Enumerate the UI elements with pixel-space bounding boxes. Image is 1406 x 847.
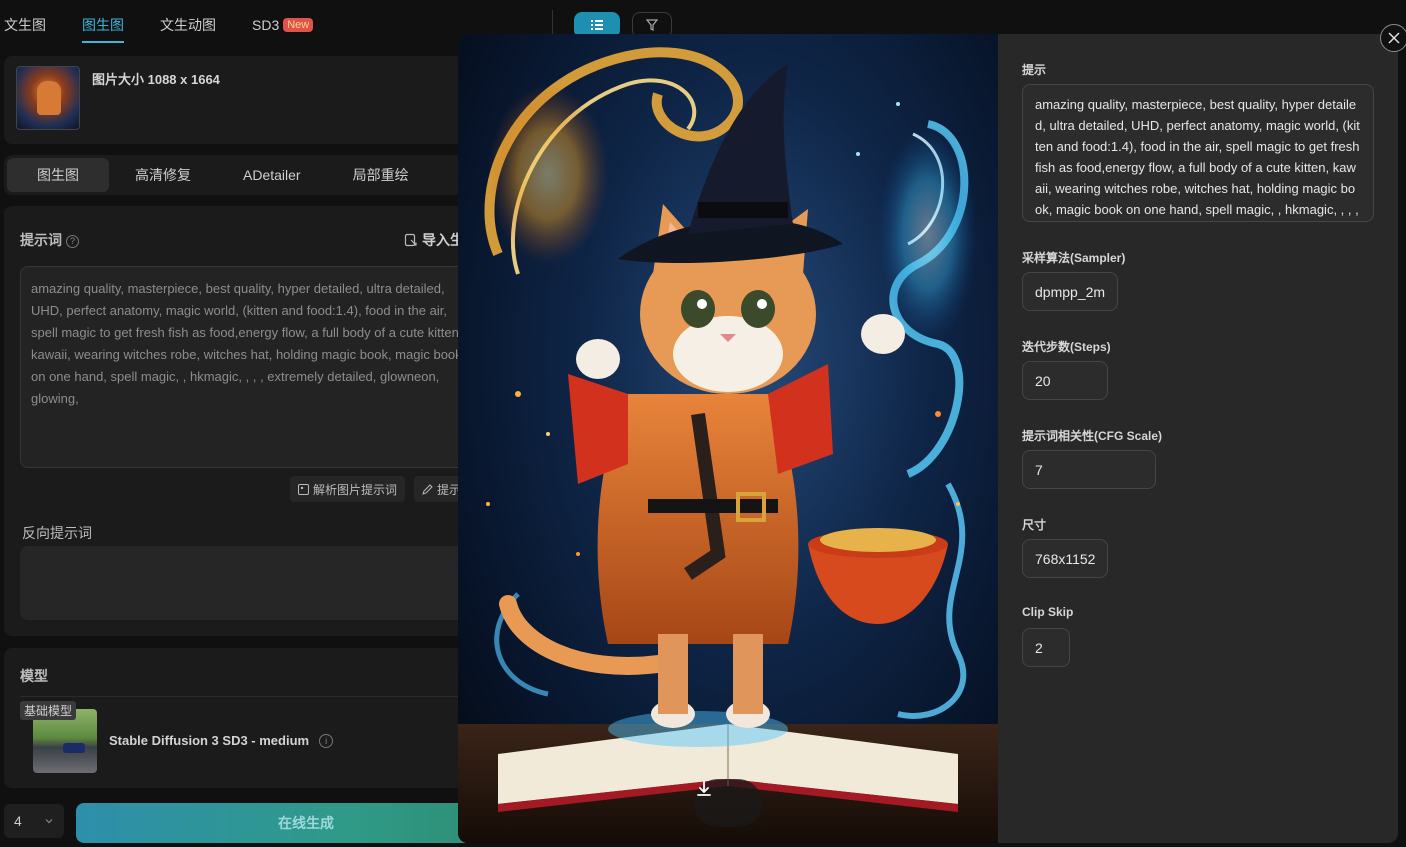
- negative-prompt-label: 反向提示词: [22, 525, 92, 541]
- tab-text-to-animation[interactable]: 文生动图: [142, 0, 234, 50]
- divider: [552, 10, 553, 34]
- clip-skip-label: Clip Skip: [1022, 605, 1074, 619]
- list-icon: [591, 20, 603, 30]
- subtab-img2img[interactable]: 图生图: [7, 158, 109, 192]
- info-icon[interactable]: i: [319, 733, 334, 748]
- parse-image-prompt-button[interactable]: 解析图片提示词: [290, 476, 406, 502]
- size-value[interactable]: 768x1152: [1022, 539, 1108, 578]
- download-button[interactable]: [694, 779, 762, 827]
- prompt-label: 提示词?: [20, 230, 79, 250]
- tab-text-to-image[interactable]: 文生图: [0, 0, 64, 50]
- help-icon[interactable]: ?: [66, 234, 79, 248]
- wizard-cat-illustration: [458, 47, 998, 843]
- subtab-adetailer[interactable]: ADetailer: [217, 158, 327, 192]
- tab-sd3[interactable]: SD3 New: [234, 0, 331, 50]
- prompt-info-label: 提示: [1022, 63, 1047, 77]
- download-icon: [697, 781, 711, 796]
- filter-icon: [646, 19, 658, 31]
- generated-image: [458, 34, 998, 843]
- close-button[interactable]: [1380, 24, 1406, 52]
- size-label: 尺寸: [1022, 518, 1047, 532]
- image-icon: [298, 483, 309, 495]
- image-size-text: 图片大小 1088 x 1664: [92, 72, 220, 87]
- prompt-card: 提示词? 导入生 amazing quality, masterpiece, b…: [4, 206, 480, 636]
- model-item[interactable]: 基础模型 Stable Diffusion 3 SD3 - medium i: [20, 696, 480, 784]
- cfg-scale-label: 提示词相关性(CFG Scale): [1022, 429, 1163, 443]
- tab-image-to-image[interactable]: 图生图: [64, 0, 142, 50]
- sampler-label: 采样算法(Sampler): [1022, 251, 1126, 265]
- close-icon: [1388, 32, 1400, 44]
- batch-count-select[interactable]: 4: [4, 804, 64, 838]
- pencil-icon: [422, 483, 433, 495]
- image-detail-modal: 提示 amazing quality, masterpiece, best qu…: [458, 34, 1398, 843]
- chevron-down-icon: [45, 819, 53, 824]
- sub-tab-bar: 图生图 高清修复 ADetailer 局部重绘 图片: [4, 155, 489, 195]
- import-icon: [404, 233, 417, 247]
- source-image-card: 图片大小 1088 x 1664: [4, 56, 464, 144]
- cfg-scale-value[interactable]: 7: [1022, 450, 1156, 489]
- prompt-info-text[interactable]: amazing quality, masterpiece, best quali…: [1022, 84, 1374, 222]
- model-card: 模型 基础模型 Stable Diffusion 3 SD3 - medium …: [4, 648, 480, 788]
- base-model-tag: 基础模型: [20, 701, 77, 720]
- sampler-value[interactable]: dpmpp_2m: [1022, 272, 1119, 311]
- model-name: Stable Diffusion 3 SD3 - medium i: [109, 733, 334, 748]
- steps-label: 迭代步数(Steps): [1022, 340, 1111, 354]
- new-badge: New: [283, 18, 314, 32]
- subtab-hires-fix[interactable]: 高清修复: [109, 158, 217, 192]
- negative-prompt-textarea[interactable]: [20, 546, 480, 620]
- model-label: 模型: [20, 668, 48, 684]
- steps-value[interactable]: 20: [1022, 361, 1108, 400]
- source-image-thumbnail[interactable]: [16, 66, 80, 130]
- subtab-inpaint[interactable]: 局部重绘: [327, 158, 435, 192]
- prompt-textarea[interactable]: amazing quality, masterpiece, best quali…: [20, 266, 480, 468]
- import-button[interactable]: 导入生: [404, 230, 464, 250]
- clip-skip-value[interactable]: 2: [1022, 628, 1070, 667]
